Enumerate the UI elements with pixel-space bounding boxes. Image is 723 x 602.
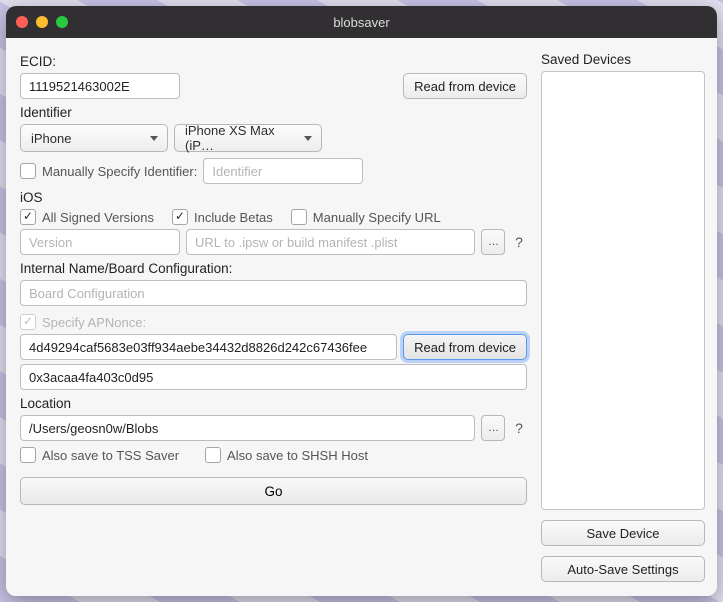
browse-url-button[interactable]: … (481, 229, 505, 255)
location-help-icon[interactable]: ? (511, 420, 527, 436)
url-help-icon[interactable]: ? (511, 234, 527, 250)
minimize-icon[interactable] (36, 16, 48, 28)
manual-identifier-label: Manually Specify Identifier: (42, 164, 197, 179)
ios-label: iOS (20, 190, 527, 205)
device-model-value: iPhone XS Max (iP… (185, 123, 295, 153)
ecid-label: ECID: (20, 54, 527, 69)
tss-saver-checkbox[interactable] (20, 447, 36, 463)
auto-save-button[interactable]: Auto-Save Settings (541, 556, 705, 582)
maximize-icon[interactable] (56, 16, 68, 28)
read-apnonce-button[interactable]: Read from device (403, 334, 527, 360)
manual-identifier-checkbox[interactable] (20, 163, 36, 179)
board-label: Internal Name/Board Configuration: (20, 261, 527, 276)
side-panel: Saved Devices Save Device Auto-Save Sett… (541, 38, 717, 596)
shsh-host-checkbox[interactable] (205, 447, 221, 463)
apnonce-checkbox (20, 314, 36, 330)
board-config-input (20, 280, 527, 306)
content-area: ECID: Read from device Identifier iPhone… (6, 38, 717, 596)
all-signed-checkbox[interactable] (20, 209, 36, 225)
device-type-value: iPhone (31, 131, 71, 146)
close-icon[interactable] (16, 16, 28, 28)
generator-input[interactable] (20, 364, 527, 390)
browse-location-button[interactable]: … (481, 415, 505, 441)
manual-url-label: Manually Specify URL (313, 210, 441, 225)
app-window: blobsaver ECID: Read from device Identif… (6, 6, 717, 596)
save-device-button[interactable]: Save Device (541, 520, 705, 546)
main-panel: ECID: Read from device Identifier iPhone… (6, 38, 541, 596)
all-signed-label: All Signed Versions (42, 210, 154, 225)
include-betas-label: Include Betas (194, 210, 273, 225)
apnonce-input[interactable] (20, 334, 397, 360)
ipsw-url-input (186, 229, 475, 255)
window-controls (16, 16, 68, 28)
manual-url-checkbox[interactable] (291, 209, 307, 225)
tss-saver-label: Also save to TSS Saver (42, 448, 179, 463)
location-label: Location (20, 396, 527, 411)
read-ecid-button[interactable]: Read from device (403, 73, 527, 99)
apnonce-label: Specify APNonce: (42, 315, 146, 330)
ecid-input[interactable] (20, 73, 180, 99)
saved-devices-list[interactable] (541, 71, 705, 510)
include-betas-checkbox[interactable] (172, 209, 188, 225)
ios-version-input (20, 229, 180, 255)
device-type-select[interactable]: iPhone (20, 124, 168, 152)
titlebar: blobsaver (6, 6, 717, 38)
window-title: blobsaver (6, 15, 717, 30)
saved-devices-title: Saved Devices (541, 52, 705, 67)
shsh-host-label: Also save to SHSH Host (227, 448, 368, 463)
location-input[interactable] (20, 415, 475, 441)
manual-identifier-input (203, 158, 363, 184)
go-button[interactable]: Go (20, 477, 527, 505)
identifier-label: Identifier (20, 105, 527, 120)
device-model-select[interactable]: iPhone XS Max (iP… (174, 124, 322, 152)
